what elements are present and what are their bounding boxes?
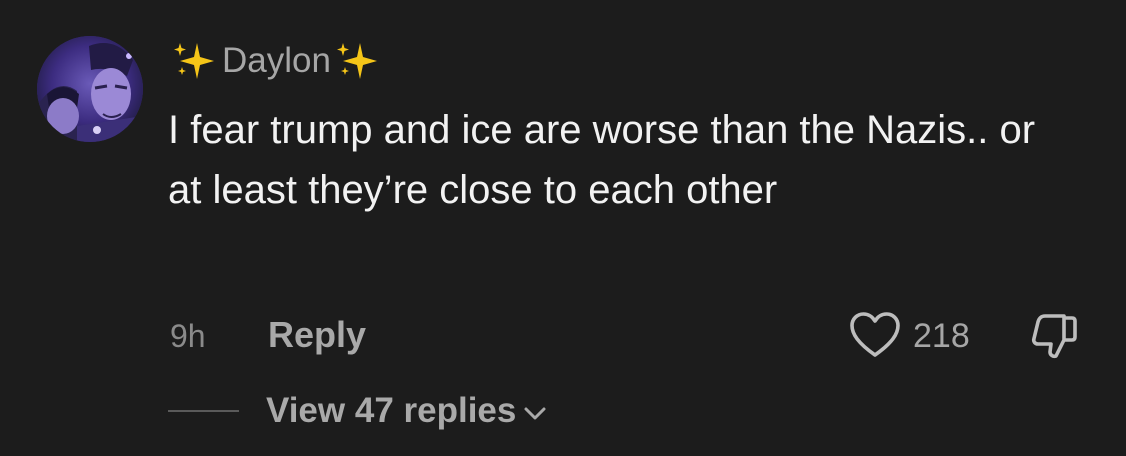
comment-actions: 9h Reply 218	[170, 308, 1080, 362]
username[interactable]: Daylon	[220, 38, 333, 84]
anime-character-avatar-icon	[37, 36, 143, 142]
replies-divider	[168, 410, 239, 412]
like-count: 218	[913, 317, 970, 355]
comment-text: I fear trump and ice are worse than the …	[168, 108, 1036, 212]
thumbs-down-outline-icon[interactable]	[1028, 310, 1080, 362]
sparkles-icon	[170, 39, 220, 83]
reply-button[interactable]: Reply	[268, 314, 366, 356]
chevron-down-icon[interactable]	[520, 399, 550, 429]
heart-outline-icon[interactable]	[848, 310, 902, 360]
user-avatar[interactable]	[37, 36, 143, 142]
sparkles-icon	[333, 39, 383, 83]
comment-timestamp: 9h	[170, 318, 206, 354]
view-replies-label[interactable]: View 47 replies	[266, 388, 516, 434]
view-replies-button[interactable]: View 47 replies	[168, 386, 550, 436]
username-row[interactable]: Daylon	[170, 38, 383, 84]
comment-item: Daylon I fear trump and ice are worse th…	[0, 0, 1126, 456]
